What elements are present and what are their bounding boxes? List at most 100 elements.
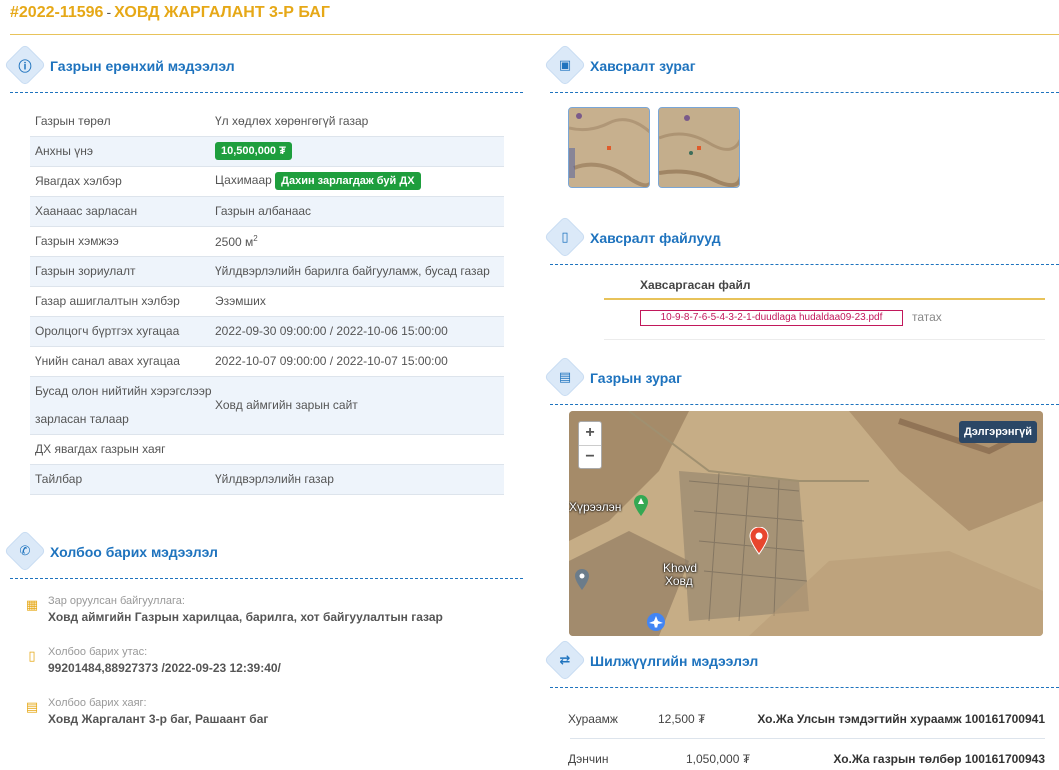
table-row: Анхны үнэ 10,500,000 ₮ <box>30 136 504 167</box>
row-value: Ховд аймгийн зарын сайт <box>215 376 504 435</box>
table-row: Үнийн санал авах хугацаа 2022-10-07 09:0… <box>30 346 504 377</box>
airport-pin-icon[interactable] <box>646 612 666 636</box>
status-badge: Дахин зарлагдаж буй ДХ <box>275 172 421 190</box>
section-title: Газрын зураг <box>590 370 682 386</box>
contact-value: 99201484,88927373 /2022-09-23 12:39:40/ <box>48 661 281 675</box>
contact-label: Холбоо барих утас: <box>48 646 148 658</box>
table-row: Тайлбар Үйлдвэрлэлийн газар <box>30 464 504 495</box>
header-separator: - <box>106 4 112 20</box>
table-row: Оролцогч бүртгэх хугацаа 2022-09-30 09:0… <box>30 316 504 347</box>
transfer-account: Хо.Жа газрын төлбөр 100161700943 <box>833 752 1045 766</box>
map-icon: ▤ <box>25 699 39 714</box>
transfer-account: Хо.Жа Улсын тэмдэгтийн хураамж 100161700… <box>757 712 1045 726</box>
column-header: Хавсаргасан файл <box>640 278 751 292</box>
zoom-in-button[interactable]: + <box>579 422 601 446</box>
row-divider <box>570 738 1045 739</box>
file-row: 10-9-8-7-6-5-4-3-2-1-duudlaga hudaldaa09… <box>604 300 1045 340</box>
row-label: Газрын хэмжээ <box>30 226 215 257</box>
table-row: Хаанаас зарласан Газрын албанаас <box>30 196 504 227</box>
row-value: Үйлдвэрлэлийн газар <box>215 464 504 495</box>
transfer-row: Хураамж 12,500 ₮ Хо.Жа Улсын тэмдэгтийн … <box>550 700 1045 736</box>
row-value: Газрын албанаас <box>215 196 504 227</box>
row-value: Эзэмших <box>215 286 504 317</box>
map-details-button[interactable]: Дэлгэрэнгүй <box>958 421 1037 443</box>
general-info-table: Газрын төрөл Үл хөдлөх хөрөнгөгүй газар … <box>30 106 504 495</box>
download-link[interactable]: татах <box>912 310 942 324</box>
place-label: Хүрээлэн <box>569 500 622 514</box>
place-pin-icon[interactable] <box>574 569 590 591</box>
contact-label: Холбоо барих хаяг: <box>48 697 147 709</box>
place-label: Ховд <box>665 574 693 588</box>
table-row: Явагдах хэлбэр Цахимаар Дахин зарлагдаж … <box>30 166 504 197</box>
section-divider <box>550 264 1059 265</box>
table-row: Газрын хэмжээ 2500 м2 <box>30 226 504 257</box>
zoom-out-button[interactable]: − <box>579 446 601 470</box>
satellite-map-imagery <box>569 411 1043 636</box>
row-label: Оролцогч бүртгэх хугацаа <box>30 316 215 347</box>
section-attached-images: ▣ Хавсралт зураг <box>543 43 1059 93</box>
section-divider <box>10 92 523 93</box>
satellite-thumbnail-1 <box>569 108 649 187</box>
auction-code: #2022-11596 <box>10 4 104 21</box>
row-value <box>215 434 504 465</box>
row-value: Цахимаар <box>215 173 272 187</box>
row-value: 2500 м <box>215 234 254 249</box>
unit-superscript: 2 <box>253 233 258 243</box>
attachment-image-thumbnail[interactable] <box>658 107 740 188</box>
section-attached-files: ▯ Хавсралт файлууд <box>543 215 1059 265</box>
row-label: Үнийн санал авах хугацаа <box>30 346 215 377</box>
row-label-line2: зарласан талаар <box>35 412 129 426</box>
info-icon: ⓘ <box>18 58 32 74</box>
attachment-image-thumbnail[interactable] <box>568 107 650 188</box>
file-icon: ▯ <box>561 229 569 244</box>
transfer-type: Хураамж <box>568 712 618 726</box>
row-value: 2022-10-07 09:00:00 / 2022-10-07 15:00:0… <box>215 346 504 377</box>
section-general-info: ⓘ Газрын ерөнхий мэдээлэл <box>3 43 523 93</box>
table-row: Газар ашиглалтын хэлбэр Эзэмших <box>30 286 504 317</box>
land-map[interactable]: + − Дэлгэрэнгүй Хүрээлэн Khovd Ховд <box>569 411 1043 636</box>
section-transfers: ⇄ Шилжүүлгийн мэдээлэл <box>543 638 1059 688</box>
section-contact: ✆ Холбоо барих мэдээлэл <box>3 529 523 579</box>
row-label: Газрын зориулалт <box>30 256 215 287</box>
mobile-phone-icon: ▯ <box>28 648 36 663</box>
contact-value: Ховд аймгийн Газрын харилцаа, барилга, х… <box>48 610 443 624</box>
row-value: Үл хөдлөх хөрөнгөгүй газар <box>215 106 504 137</box>
phone-icon: ✆ <box>19 543 31 558</box>
park-pin-icon[interactable] <box>633 495 649 517</box>
table-row: Газрын төрөл Үл хөдлөх хөрөнгөгүй газар <box>30 106 504 137</box>
page-header: #2022-11596- ХОВД ЖАРГАЛАНТ 3-Р БАГ <box>10 4 1059 35</box>
files-table-header: Хавсаргасан файл <box>604 268 1045 300</box>
row-label: Газрын төрөл <box>30 106 215 137</box>
table-row: Бусад олон нийтийн хэрэгслээр зарласан та… <box>30 376 504 435</box>
transfer-row: Дэнчин 1,050,000 ₮ Хо.Жа газрын төлбөр 1… <box>550 740 1045 770</box>
row-label: Газар ашиглалтын хэлбэр <box>30 286 215 317</box>
image-icon: ▣ <box>558 57 572 72</box>
row-label: Тайлбар <box>30 464 215 495</box>
transfer-amount: 12,500 ₮ <box>658 712 706 726</box>
location-pin-icon[interactable] <box>749 527 769 555</box>
building-icon: ▦ <box>25 597 39 612</box>
section-land-map: ▤ Газрын зураг <box>543 355 1059 405</box>
starting-price-badge: 10,500,000 ₮ <box>215 142 292 160</box>
row-value: Үйлдвэрлэлийн барилга байгууламж, бусад … <box>215 256 504 287</box>
row-label: Хаанаас зарласан <box>30 196 215 227</box>
table-row: Газрын зориулалт Үйлдвэрлэлийн барилга б… <box>30 256 504 287</box>
map-icon: ▤ <box>558 369 572 384</box>
page-title: ХОВД ЖАРГАЛАНТ 3-Р БАГ <box>114 4 330 21</box>
section-divider <box>550 92 1059 93</box>
row-label: Бусад олон нийтийн хэрэгслээр <box>35 384 212 398</box>
row-label: ДХ явагдах газрын хаяг <box>30 434 215 465</box>
zoom-control: + − <box>578 421 602 469</box>
section-title: Холбоо барих мэдээлэл <box>50 544 218 560</box>
section-title: Хавсралт файлууд <box>590 230 721 246</box>
satellite-thumbnail-2 <box>659 108 739 187</box>
section-divider <box>550 404 1059 405</box>
section-divider <box>10 578 523 579</box>
section-title: Шилжүүлгийн мэдээлэл <box>590 653 759 669</box>
section-divider <box>550 687 1059 688</box>
row-label: Анхны үнэ <box>30 136 215 167</box>
contact-value: Ховд Жаргалант 3-р баг, Рашаант баг <box>48 712 269 726</box>
file-link[interactable]: 10-9-8-7-6-5-4-3-2-1-duudlaga hudaldaa09… <box>640 310 903 326</box>
transfer-amount: 1,050,000 ₮ <box>686 752 751 766</box>
row-label: Явагдах хэлбэр <box>30 166 215 197</box>
